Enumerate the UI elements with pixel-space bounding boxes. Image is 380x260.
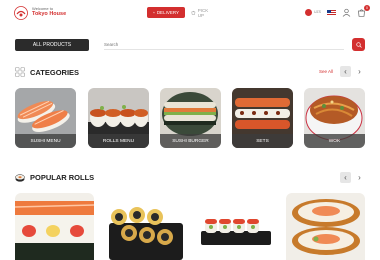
header: Welcome to Tokyo House DELIVERY PICK UP … bbox=[0, 0, 380, 26]
currency-label: UZS bbox=[314, 9, 321, 14]
categories-title: CATEGORIES bbox=[30, 67, 80, 77]
roll-icon bbox=[15, 173, 25, 182]
category-label: ROLLS MENU bbox=[88, 134, 149, 148]
chevron-right-icon[interactable]: › bbox=[354, 172, 365, 183]
chevron-right-icon[interactable]: › bbox=[354, 66, 365, 77]
flag-icon[interactable] bbox=[327, 9, 336, 16]
category-label: SETS bbox=[232, 134, 293, 148]
product-card[interactable] bbox=[286, 193, 365, 260]
category-card-wok[interactable]: WOK bbox=[304, 88, 365, 148]
product-image bbox=[15, 193, 94, 260]
category-card-sushi-burger[interactable]: SUSHI BURGER bbox=[160, 88, 221, 148]
product-image bbox=[286, 193, 365, 260]
brand[interactable]: Welcome to Tokyo House bbox=[32, 7, 66, 18]
cart-button[interactable]: 0 bbox=[357, 5, 370, 17]
popular-title: POPULAR ROLLS bbox=[30, 173, 95, 182]
order-mode-toggle: DELIVERY PICK UP bbox=[147, 7, 221, 18]
product-image bbox=[105, 193, 184, 260]
popular-heading: POPULAR ROLLS bbox=[15, 173, 94, 182]
cart-badge: 0 bbox=[364, 5, 370, 11]
delivery-label: DELIVERY bbox=[156, 10, 179, 15]
search-button[interactable] bbox=[352, 38, 365, 51]
category-card-sushi-menu[interactable]: SUSHI MENU bbox=[15, 88, 76, 148]
chevron-left-icon[interactable]: ‹ bbox=[340, 172, 351, 183]
search-input[interactable] bbox=[104, 40, 344, 50]
header-actions: UZS 0 bbox=[305, 5, 370, 18]
popular-nav: ‹ › bbox=[340, 172, 365, 183]
categories-heading: CATEGORIES bbox=[15, 67, 79, 77]
currency-selector[interactable]: UZS bbox=[305, 9, 321, 16]
grid-icon bbox=[15, 67, 25, 77]
product-card[interactable] bbox=[105, 193, 184, 260]
categories-nav: ‹ › bbox=[340, 66, 365, 77]
category-card-sets[interactable]: SETS bbox=[232, 88, 293, 148]
search-icon bbox=[355, 41, 362, 48]
delivery-button[interactable]: DELIVERY bbox=[147, 7, 185, 18]
pickup-label: PICK UP bbox=[197, 7, 209, 18]
brand-name: Tokyo House bbox=[32, 11, 67, 17]
product-card[interactable] bbox=[195, 193, 274, 260]
delivery-icon bbox=[153, 11, 155, 14]
category-card-rolls-menu[interactable]: ROLLS MENU bbox=[88, 88, 149, 148]
currency-flag-icon bbox=[305, 9, 312, 16]
category-label: WOK bbox=[304, 134, 365, 148]
logo-icon[interactable] bbox=[14, 6, 28, 20]
chevron-left-icon[interactable]: ‹ bbox=[340, 66, 351, 77]
all-products-button[interactable]: ALL PRODUCTS bbox=[15, 39, 89, 51]
pickup-button[interactable]: PICK UP bbox=[185, 7, 221, 18]
category-label: SUSHI MENU bbox=[15, 134, 76, 148]
user-icon[interactable] bbox=[342, 8, 351, 17]
product-image bbox=[195, 193, 274, 260]
pickup-icon bbox=[191, 10, 196, 15]
category-label: SUSHI BURGER bbox=[160, 134, 221, 148]
see-all-link[interactable]: See All bbox=[319, 69, 333, 74]
product-card[interactable] bbox=[15, 193, 94, 260]
